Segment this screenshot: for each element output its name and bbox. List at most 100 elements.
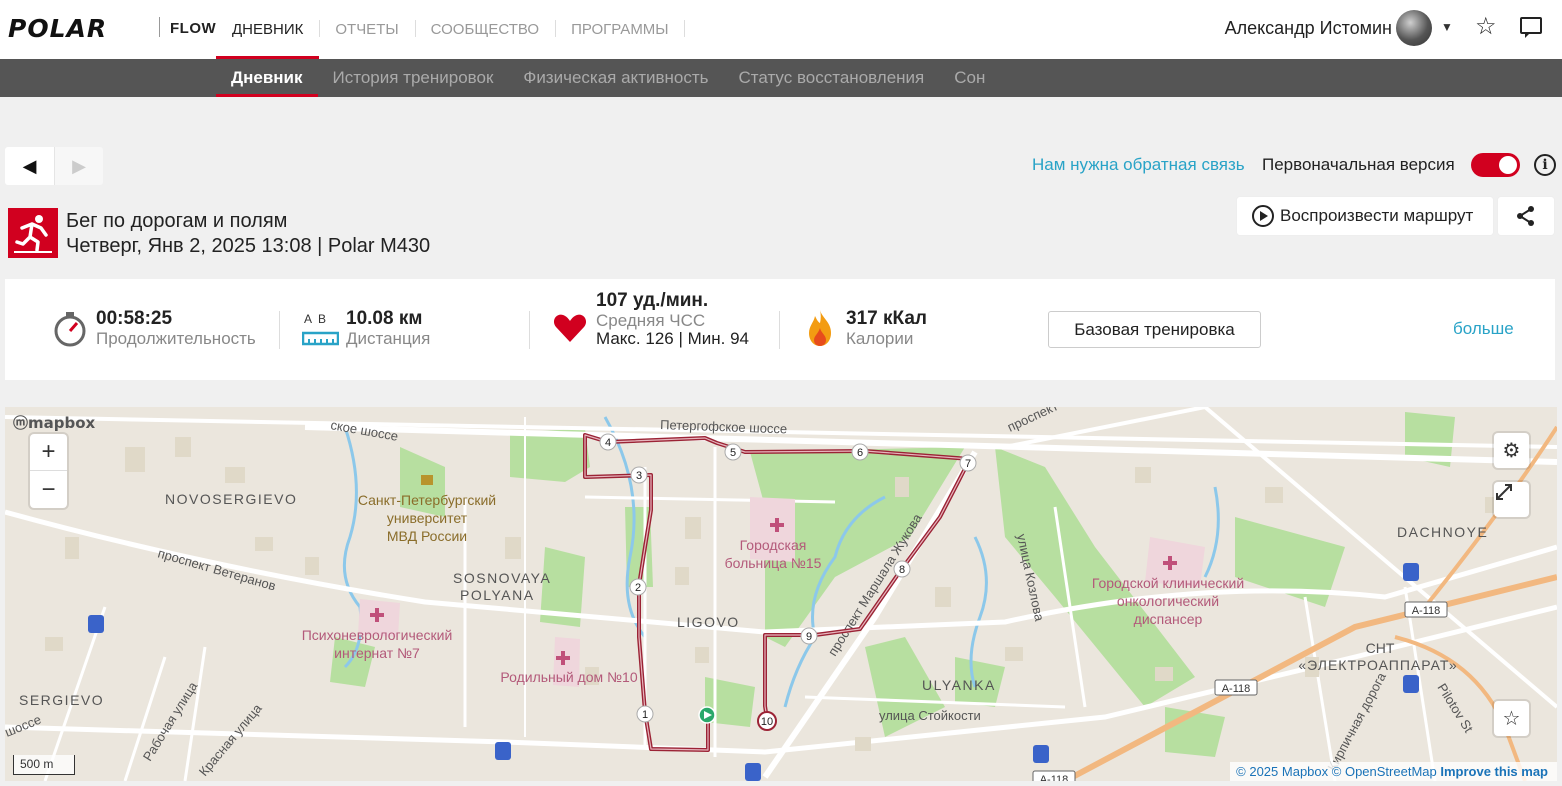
distance-ab-label: A B [304,312,327,326]
map-label-street: проспект [1005,407,1060,435]
original-version-toggle[interactable] [1471,153,1520,177]
chevron-down-icon[interactable]: ▼ [1441,20,1453,34]
toggle-knob [1499,156,1517,174]
prev-session-button[interactable]: ◀ [5,147,54,185]
km-marker-label: 6 [857,447,863,459]
share-button[interactable] [1498,197,1554,235]
map-label-poi: университет [387,510,468,526]
original-version-label: Первоначальная версия [1262,155,1455,174]
nav-community-label: СООБЩЕСТВО [430,21,540,38]
zoom-out-button[interactable]: − [30,471,67,508]
stat-divider [529,311,530,349]
subnav-activity[interactable]: Физическая активность [508,59,723,97]
expand-icon [1496,484,1512,500]
route-map[interactable]: NOVOSERGIEVO SOSNOVAYA POLYANA LIGOVO SE… [5,407,1557,781]
map-label-poi: интернат №7 [334,645,420,661]
map-label-street: шоссе [5,712,43,740]
subnav-recovery[interactable]: Статус восстановления [724,59,940,97]
calories-value: 317 кКал [846,308,927,329]
mapbox-logo[interactable]: ⓜmapbox [13,412,95,433]
subnav-recovery-label: Статус восстановления [738,68,925,87]
polar-logo[interactable]: POLAR [8,14,107,43]
user-name[interactable]: Александр Истомин [1225,18,1392,39]
km-marker-label: 7 [965,458,971,470]
hr-value: 107 уд./мин. [596,290,709,311]
avatar[interactable] [1396,10,1432,46]
map-label-street: улица Стойкости [879,708,981,723]
logo-divider [159,17,160,37]
duration-label: Продолжительность [96,329,256,348]
start-flag-icon[interactable] [698,706,716,724]
nav-reports[interactable]: ОТЧЕТЫ [319,0,414,59]
hr-label: Средняя ЧСС [596,311,706,330]
map-label-poi: онкологический [1117,593,1219,609]
message-icon[interactable] [1520,17,1542,38]
stopwatch-icon [54,312,86,347]
map-settings-button[interactable]: ⚙ [1494,433,1529,468]
nav-diary[interactable]: ДНЕВНИК [216,0,320,59]
map-label-district: ULYANKA [922,677,996,693]
map-label-street: ское шоссе [329,417,399,444]
subnav-sleep[interactable]: Сон [939,59,1000,97]
fullscreen-button[interactable] [1494,482,1529,517]
osm-attribution-link[interactable]: © OpenStreetMap [1332,764,1437,779]
km-marker-label: 8 [899,564,905,576]
map-label-street: Петергофское шоссе [660,417,788,436]
hr-min-max: Макс. 126 | Мин. 94 [596,329,750,348]
favorite-route-button[interactable]: ☆ [1494,701,1529,736]
running-sport-icon [8,208,58,258]
map-label-poi: Психоневрологический [302,627,453,643]
distance-label: Дистанция [346,329,431,348]
zoom-in-button[interactable]: + [30,434,67,471]
map-label-poi: «ЭЛЕКТРОАППАРАТ» [1298,657,1457,673]
map-label-street: Кирпичная дорога [1324,669,1389,773]
more-link[interactable]: больше [1453,319,1514,339]
calories-label: Калории [846,329,914,348]
mapbox-attribution-link[interactable]: © 2025 Mapbox [1236,764,1328,779]
km-marker-label: 5 [730,447,736,459]
subnav-sleep-label: Сон [954,68,986,87]
subnav-history[interactable]: История тренировок [318,59,509,97]
star-icon[interactable]: ☆ [1475,12,1497,41]
map-label-district: NOVOSERGIEVO [165,491,297,507]
map-scale: 500 m [13,755,75,775]
km-marker-label: 2 [635,582,641,594]
subnav-diary[interactable]: Дневник [216,59,318,97]
active-underline [216,94,318,97]
play-icon [1252,205,1274,227]
info-icon[interactable]: i [1534,154,1556,176]
road-shield-label: A-118 [1412,605,1441,617]
map-label-street: Красная улица [196,700,265,779]
session-title: Бег по дорогам и полям [66,210,288,232]
map-label-street: Рабочая улица [140,678,201,763]
map-canvas[interactable]: NOVOSERGIEVO SOSNOVAYA POLYANA LIGOVO SE… [5,407,1557,781]
star-icon: ☆ [1502,708,1521,730]
road-shield-label: A-118 [1040,774,1069,781]
km-marker-label: 1 [642,709,648,721]
feedback-link[interactable]: Нам нужна обратная связь [1032,155,1245,175]
road-shield-label: A-118 [1222,683,1251,695]
km-marker-label: 4 [605,437,611,449]
training-benefit-button[interactable]: Базовая тренировка [1048,311,1261,348]
nav-community[interactable]: СООБЩЕСТВО [414,0,555,59]
map-label-poi: Родильный дом №10 [500,669,637,685]
replay-route-button[interactable]: Воспроизвести маршрут [1237,197,1493,235]
gear-icon: ⚙ [1502,440,1521,462]
next-session-button[interactable]: ▶ [54,147,103,185]
top-navbar: POLAR FLOW ДНЕВНИК ОТЧЕТЫ СООБЩЕСТВО ПРО… [0,0,1562,59]
map-label-poi: Городская [740,537,807,553]
sub-nav: Дневник История тренировок Физическая ак… [216,59,1000,97]
nav-programs[interactable]: ПРОГРАММЫ [555,0,685,59]
nav-reports-label: ОТЧЕТЫ [335,21,399,38]
map-label-poi: Санкт-Петербургский [358,492,496,508]
flame-icon [809,310,831,346]
distance-value: 10.08 км [346,308,423,329]
subnav-activity-label: Физическая активность [523,68,709,87]
mapbox-logo-text: mapbox [28,414,96,432]
map-label-district: SOSNOVAYA [453,570,551,586]
improve-map-link[interactable]: Improve this map [1440,764,1548,779]
km-marker-label: 10 [761,716,773,728]
map-attribution: © 2025 Mapbox © OpenStreetMap Improve th… [1230,762,1557,781]
map-label-poi: МВД России [387,528,467,544]
stat-divider [279,311,280,349]
